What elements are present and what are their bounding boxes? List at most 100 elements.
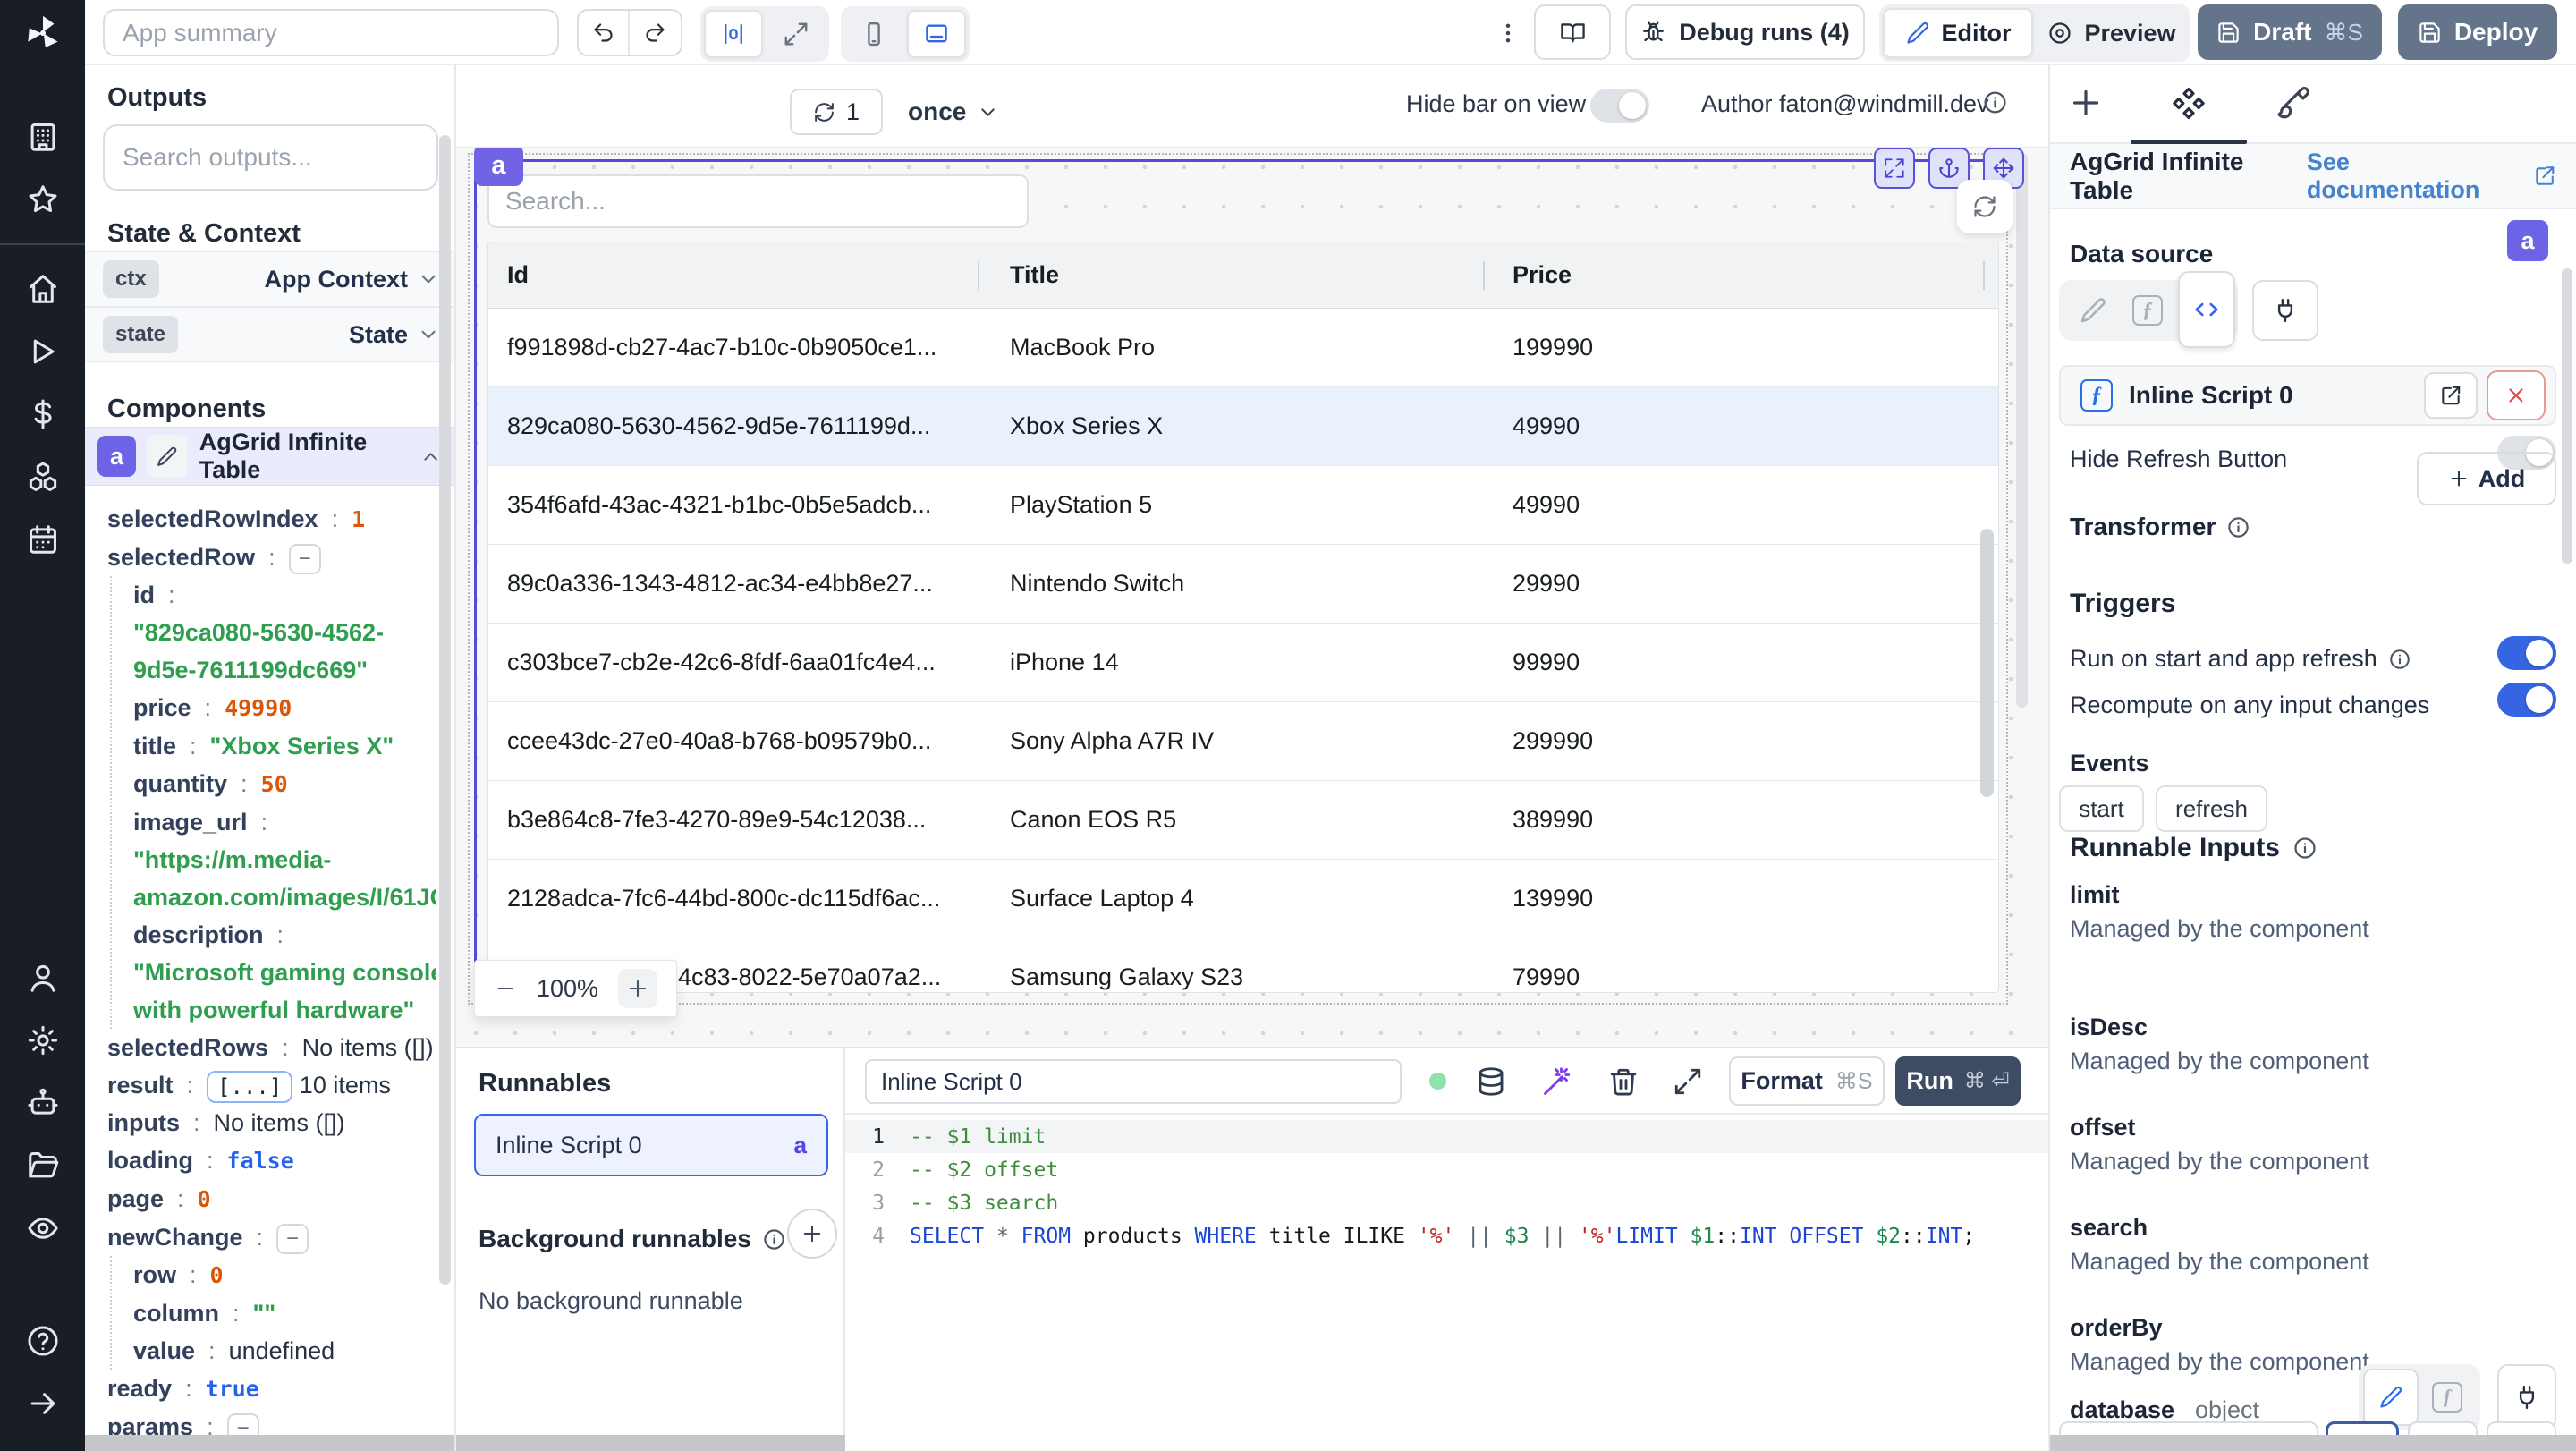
column-separator[interactable] [1983, 261, 1985, 290]
table-row[interactable]: 89c0a336-1343-4812-ac34-e4bb8e27... Ninte… [488, 545, 1998, 624]
info-icon[interactable] [2292, 836, 2318, 861]
run-mode-dropdown[interactable]: once [908, 89, 999, 135]
resources-icon[interactable] [26, 460, 60, 494]
mobile-view-button[interactable] [844, 10, 903, 58]
settings-scrollbar[interactable] [2562, 268, 2572, 564]
table-row[interactable]: 354f6afd-43ac-4321-b1bc-0b5e5adcb... Play… [488, 466, 1998, 545]
column-separator[interactable] [978, 261, 979, 290]
expand-component-button[interactable] [1874, 148, 1915, 189]
recompute-toggle[interactable] [2497, 683, 2556, 717]
info-icon[interactable] [2388, 648, 2411, 671]
ai-bot-icon[interactable] [26, 1086, 60, 1120]
canvas-scrollbar[interactable] [2016, 153, 2028, 708]
ctx-row[interactable]: ctx App Context [85, 251, 454, 307]
folders-icon[interactable] [26, 1149, 60, 1183]
add-transformer-button[interactable]: Add [2417, 452, 2556, 505]
home-icon[interactable] [26, 272, 60, 306]
component-tab-badge[interactable]: a [474, 148, 523, 186]
run-on-start-toggle[interactable] [2497, 636, 2556, 670]
outputs-search-input[interactable] [103, 124, 438, 191]
code-source-button-active[interactable] [2178, 271, 2235, 348]
app-summary-input[interactable] [103, 9, 559, 56]
table-row[interactable]: f991898d-cb27-4ac7-b10c-0b9050ce1... MacB… [488, 309, 1998, 387]
event-pill-start[interactable]: start [2059, 785, 2144, 832]
settings-icon[interactable] [26, 1023, 60, 1057]
style-tab-brush-icon[interactable] [2275, 85, 2311, 121]
table-row[interactable]: 2128adca-7fc6-44bd-800c-dc115df6ac... Sur… [488, 860, 1998, 938]
database-static-button-active[interactable] [2363, 1369, 2419, 1426]
zoom-in-button[interactable] [617, 969, 657, 1008]
code-line-2[interactable]: 2 -- $2 offset [845, 1153, 2048, 1186]
component-refresh-button[interactable] [1957, 180, 2012, 233]
tab-preview[interactable]: Preview [2037, 8, 2187, 58]
undo-button[interactable] [579, 11, 630, 55]
state-row[interactable]: state State [85, 307, 454, 362]
code-area[interactable]: 1 -- $1 limit 2 -- $2 offset 3 -- $3 search 4 S… [845, 1115, 2048, 1252]
template-source-icon[interactable]: ƒ [2132, 295, 2163, 326]
column-header-title[interactable]: Title [991, 261, 1494, 289]
collapse-rail-icon[interactable] [26, 1387, 60, 1421]
rename-component-button[interactable] [146, 435, 187, 478]
detach-script-button[interactable] [2487, 370, 2546, 420]
see-documentation-link[interactable]: See documentation [2307, 148, 2556, 204]
tab-editor[interactable]: Editor [1883, 8, 2033, 58]
runnable-item-inline-script-0[interactable]: Inline Script 0 a [474, 1114, 828, 1176]
redo-button[interactable] [630, 11, 681, 55]
attached-script-row[interactable]: ƒ Inline Script 0 [2059, 365, 2556, 426]
expand-editor-icon[interactable] [1672, 1065, 1704, 1098]
database-connect-button[interactable] [2497, 1364, 2556, 1430]
runs-icon[interactable] [26, 335, 60, 369]
windmill-logo-icon[interactable] [22, 13, 64, 54]
outputs-scrollbar[interactable] [439, 135, 451, 1285]
fullwidth-layout-button[interactable] [767, 10, 826, 58]
center-layout-button[interactable] [704, 10, 763, 58]
code-line-3[interactable]: 3 -- $3 search [845, 1186, 2048, 1219]
users-icon[interactable] [26, 961, 60, 995]
column-header-id[interactable]: Id [488, 261, 991, 289]
chevron-down-icon[interactable] [417, 267, 440, 291]
chevron-down-icon[interactable] [417, 323, 440, 346]
component-output-row[interactable]: a AgGrid Infinite Table [85, 427, 454, 486]
runnables-hscrollbar[interactable] [456, 1435, 845, 1451]
open-script-button[interactable] [2424, 372, 2478, 419]
info-icon[interactable] [1982, 89, 2008, 115]
outputs-hscrollbar[interactable] [85, 1435, 454, 1451]
database-icon[interactable] [1475, 1065, 1507, 1098]
desktop-view-button[interactable] [907, 10, 966, 58]
hide-bar-toggle[interactable] [1590, 89, 1649, 123]
insert-tab-plus-icon[interactable] [2068, 85, 2104, 121]
expand-result-button[interactable]: [...] [207, 1070, 293, 1103]
connect-source-button[interactable] [2252, 280, 2318, 341]
grid-search-input[interactable] [487, 174, 1029, 228]
zoom-out-button[interactable] [494, 977, 517, 1000]
table-scrollbar[interactable] [1980, 529, 1994, 797]
delete-script-icon[interactable] [1607, 1065, 1640, 1098]
table-row[interactable]: c303bce7-cb2e-42c6-8fdf-6aa01fc4e4... iPh… [488, 624, 1998, 702]
favorites-icon[interactable] [26, 182, 60, 216]
database-template-icon[interactable]: ƒ [2432, 1382, 2462, 1413]
script-name-input[interactable] [865, 1059, 1402, 1104]
refresh-count-button[interactable]: 1 [790, 89, 883, 135]
collapse-toggle[interactable]: − [288, 543, 321, 574]
ai-wand-icon[interactable] [1541, 1065, 1573, 1098]
schedules-icon[interactable] [26, 522, 60, 556]
table-row[interactable]: b3e864c8-7fe3-4270-89e9-54c12038... Canon… [488, 781, 1998, 860]
info-icon[interactable] [762, 1227, 786, 1252]
app-canvas[interactable]: a Id Title Price f991898d-cb27-4ac7-b10c… [456, 148, 2048, 1047]
table-row[interactable]: 4c83-8022-5e70a07a2... Samsung Galaxy S23… [488, 938, 1998, 992]
help-icon[interactable] [26, 1324, 60, 1358]
column-separator[interactable] [1483, 261, 1485, 290]
workspace-icon[interactable] [26, 120, 60, 154]
settings-hscrollbar[interactable] [2050, 1435, 2576, 1451]
more-menu-button[interactable] [1489, 12, 1527, 55]
table-row[interactable]: 829ca080-5630-4562-9d5e-7611199d... Xbox … [488, 387, 1998, 466]
static-source-icon[interactable] [2079, 296, 2107, 325]
debug-runs-button[interactable]: Debug runs (4) [1625, 4, 1865, 60]
code-line-4[interactable]: 4 SELECT * FROM products WHERE title ILIK… [845, 1219, 2048, 1252]
deploy-button[interactable]: Deploy [2398, 4, 2557, 60]
draft-button[interactable]: Draft ⌘S [2198, 4, 2382, 60]
info-icon[interactable] [2226, 515, 2250, 539]
format-button[interactable]: Format ⌘S [1729, 1056, 1885, 1106]
collapse-toggle[interactable]: − [276, 1223, 309, 1254]
add-background-runnable-button[interactable] [787, 1209, 837, 1259]
